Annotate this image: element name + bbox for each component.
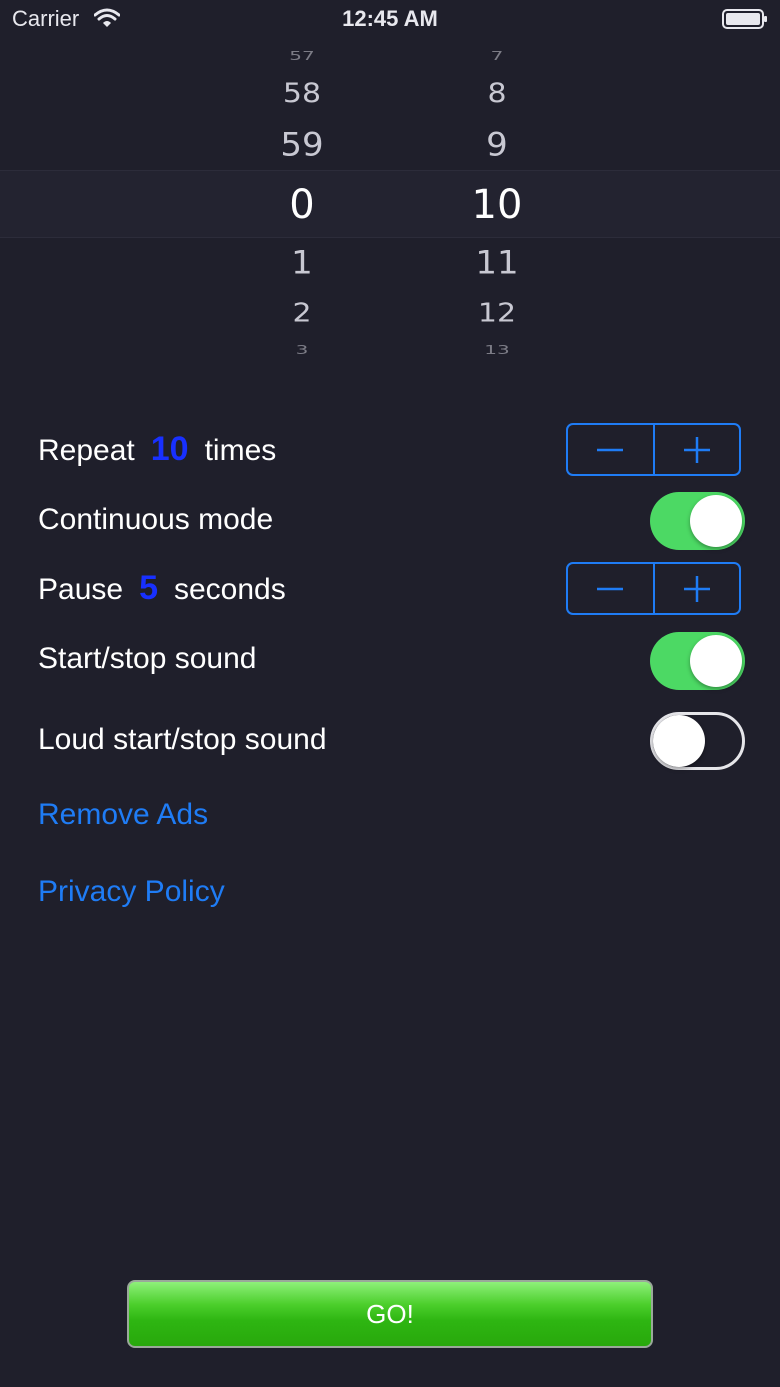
remove-ads-link[interactable]: Remove Ads: [38, 798, 208, 832]
minus-icon: [597, 587, 624, 590]
continuous-mode-toggle[interactable]: [650, 492, 745, 550]
minus-icon: [597, 448, 624, 451]
repeat-increment-button[interactable]: [652, 425, 740, 474]
continuous-mode-label: Continuous mode: [38, 503, 274, 536]
picker-second-item[interactable]: 8: [437, 76, 557, 111]
repeat-label: Repeat 10 times: [38, 430, 276, 469]
go-button[interactable]: GO!: [127, 1280, 653, 1348]
picker-minutes-column[interactable]: 57 58 59 0 1 2 3: [242, 30, 362, 375]
pause-label: Pause 5 seconds: [38, 569, 286, 608]
picker-minute-selected[interactable]: 0: [242, 180, 362, 230]
loud-sound-toggle[interactable]: [650, 712, 745, 770]
picker-minute-item[interactable]: 3: [242, 343, 362, 357]
picker-minute-item[interactable]: 2: [242, 297, 362, 331]
picker-second-item[interactable]: 12: [437, 297, 557, 331]
battery-icon: [722, 9, 767, 29]
picker-second-item[interactable]: 7: [437, 49, 557, 63]
pause-prefix: Pause: [38, 573, 124, 606]
repeat-prefix: Repeat: [38, 434, 135, 467]
pause-seconds-value: 5: [139, 569, 158, 607]
picker-second-selected[interactable]: 10: [437, 180, 557, 230]
time-picker[interactable]: 57 58 59 0 1 2 3 7 8 9 10 11 12 13: [0, 30, 780, 375]
repeat-suffix: times: [204, 434, 277, 467]
toggle-knob: [690, 635, 742, 687]
repeat-count-value: 10: [150, 430, 189, 468]
picker-second-item[interactable]: 13: [437, 343, 557, 357]
app-screen: Carrier 12:45 AM 57 58 59 0 1 2 3 7 8 9: [0, 0, 780, 1387]
toggle-knob: [690, 495, 742, 547]
repeat-stepper[interactable]: [566, 423, 741, 476]
picker-seconds-column[interactable]: 7 8 9 10 11 12 13: [437, 30, 557, 375]
picker-minute-item[interactable]: 59: [242, 124, 362, 166]
picker-selection-band: [0, 170, 780, 238]
start-stop-sound-label: Start/stop sound: [38, 642, 257, 675]
start-stop-sound-toggle[interactable]: [650, 632, 745, 690]
plus-icon: [683, 575, 710, 602]
repeat-decrement-button[interactable]: [568, 425, 653, 474]
privacy-policy-link[interactable]: Privacy Policy: [38, 875, 225, 909]
picker-second-item[interactable]: 9: [437, 124, 557, 166]
picker-minute-item[interactable]: 1: [242, 242, 362, 284]
pause-decrement-button[interactable]: [568, 564, 653, 613]
go-button-label: GO!: [366, 1298, 414, 1329]
picker-second-item[interactable]: 11: [437, 242, 557, 284]
picker-minute-item[interactable]: 57: [242, 49, 362, 63]
status-time: 12:45 AM: [342, 6, 438, 31]
pause-increment-button[interactable]: [652, 564, 740, 613]
pause-stepper[interactable]: [566, 562, 741, 615]
loud-sound-label: Loud start/stop sound: [38, 723, 327, 756]
plus-icon: [683, 436, 710, 463]
toggle-knob: [653, 715, 705, 767]
pause-suffix: seconds: [174, 573, 286, 606]
picker-minute-item[interactable]: 58: [242, 76, 362, 111]
